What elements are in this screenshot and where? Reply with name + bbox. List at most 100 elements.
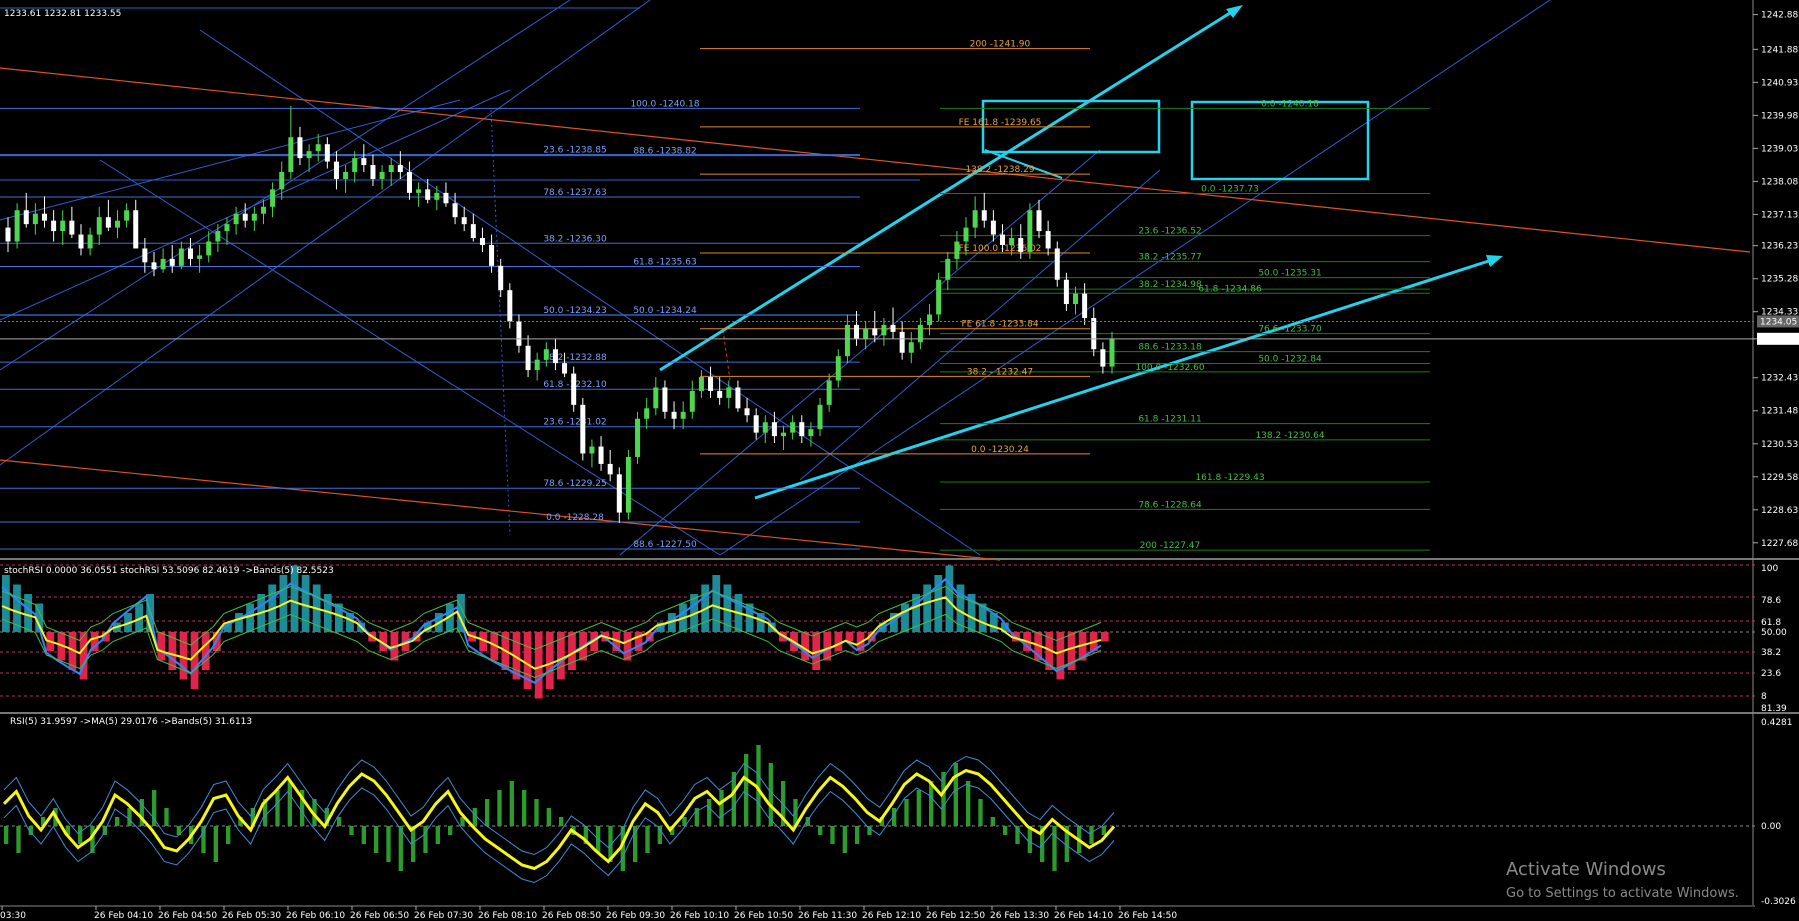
candle-body [799, 422, 805, 437]
candle-body [881, 324, 887, 336]
candle-body [416, 189, 422, 193]
rsi-hist-bar [645, 826, 650, 853]
candle-body [142, 248, 148, 263]
candle-body [571, 373, 577, 405]
candle-body [452, 203, 458, 218]
candle-body [352, 158, 358, 173]
stoch-hist-bar [246, 603, 254, 632]
time-tick-label: 26 Feb 06:50 [350, 911, 409, 921]
fib-level-label: 100.0 -1232.60 [1135, 363, 1204, 373]
rsi-legend: RSI(5) 31.9597 ->MA(5) 29.0176 ->Bands(5… [10, 717, 252, 727]
candle-body [562, 363, 568, 374]
candle-body [41, 213, 47, 221]
fib-level-label: 50.0 -1232.84 [1258, 354, 1322, 364]
candle-body [899, 331, 905, 353]
rsi-hist-bar [990, 817, 995, 826]
candle-body [470, 224, 476, 239]
candle-body [543, 349, 549, 360]
candle-body [5, 227, 11, 242]
time-tick-label: 26 Feb 08:10 [478, 911, 537, 921]
candle-body [635, 418, 641, 457]
fib-level-label: 200 -1241.90 [970, 40, 1031, 50]
candle-body [206, 241, 212, 256]
rsi-hist-bar [349, 826, 354, 835]
candle-body [863, 328, 869, 339]
fib-level-label: 138.2 -1238.29 [965, 165, 1034, 175]
rsi-hist-bar [929, 781, 934, 826]
candle-body [963, 227, 969, 242]
candle-body [306, 151, 312, 159]
candle-body [854, 324, 860, 339]
fib-level-label: 23.6 -1238.85 [543, 146, 606, 156]
candle-body [990, 220, 996, 235]
rsi-hist-bar [213, 826, 218, 862]
fib-level-label: 161.8 -1229.43 [1195, 473, 1264, 483]
time-tick-label: 26 Feb 05:30 [222, 911, 281, 921]
stoch-tick-label: 78.6 [1761, 596, 1781, 606]
stoch-hist-bar [712, 575, 721, 632]
fib-level-label: 38.2 - 1232.47 [967, 367, 1033, 377]
candle-body [625, 456, 631, 513]
candle-body [233, 213, 239, 225]
stoch-hist-bar [834, 632, 843, 651]
rsi-hist-bar [374, 826, 379, 853]
candle-body [726, 387, 732, 398]
candle-body [936, 279, 942, 315]
candle-body [370, 165, 376, 179]
candle-body [224, 224, 230, 232]
rsi-hist-bar [707, 799, 712, 826]
candle-body [78, 234, 84, 249]
candle-body [215, 231, 221, 242]
price-tick-label: 1231.48 [1761, 407, 1798, 417]
candle-body [507, 290, 513, 322]
panel-separator [0, 558, 1799, 560]
panel-separator [0, 712, 1799, 714]
rsi-hist-bar [361, 826, 366, 844]
candle-body [1045, 231, 1051, 249]
stoch-hist-bar [24, 594, 32, 632]
candle-body [1000, 234, 1006, 245]
rsi-hist-bar [842, 826, 847, 853]
fib-level-label: 61.8 -1235.63 [633, 258, 696, 268]
candle-body [616, 474, 622, 513]
rsi-hist-bar [966, 781, 971, 826]
watermark-subtitle: Go to Settings to activate Windows. [1506, 886, 1739, 901]
candle-body [808, 429, 814, 437]
price-tick-label: 1228.63 [1761, 506, 1798, 516]
fib-level-label: 61.8 -1231.11 [1138, 415, 1201, 425]
rsi-hist-bar [1052, 826, 1057, 871]
rsi-hist-bar [127, 808, 132, 826]
candle-body [288, 137, 294, 173]
stoch-tick-label: 81.39 [1761, 704, 1787, 714]
stoch-hist-bar [190, 632, 199, 689]
time-tick-label: 26 Feb 11:30 [798, 911, 857, 921]
trading-chart[interactable]: 200 -1241.90 100.0 -1240.18 0.0 -1240.18 FE… [0, 0, 1799, 921]
stoch-tick-label: 8 [1761, 692, 1767, 702]
fib-level-label: 0.0 -1240.18 [1261, 99, 1319, 109]
time-tick-label: 26 Feb 08:50 [542, 911, 601, 921]
candle-body [160, 258, 166, 270]
time-tick-label: 26 Feb 14:10 [1054, 911, 1113, 921]
candle-body [945, 258, 951, 280]
candle-body [406, 172, 412, 193]
candle-body [361, 158, 367, 166]
candle-body [927, 314, 933, 325]
stoch-hist-bar [545, 632, 554, 689]
fib-level-label: 0.0 -1230.24 [971, 445, 1029, 455]
fib-level-label: 38.2 -1236.30 [543, 234, 607, 244]
rsi-hist-bar [509, 781, 514, 826]
rsi-hist-bar [768, 763, 773, 826]
time-tick-label: 26 Feb 10:10 [670, 911, 729, 921]
candle-body [114, 220, 120, 228]
time-tick-label: 26 Feb 14:50 [1118, 911, 1177, 921]
rsi-hist-bar [953, 763, 958, 826]
stoch-hist-bar [845, 632, 854, 642]
rsi-hist-bar [16, 826, 21, 853]
rsi-hist-bar [448, 826, 453, 835]
candle-body [1109, 338, 1115, 367]
candle-body [124, 210, 130, 221]
fib-level-label: 88.6 -1227.50 [633, 540, 697, 550]
price-tick-label: 1235.28 [1761, 275, 1798, 285]
candle-body [844, 324, 850, 357]
candle-body [51, 220, 57, 232]
